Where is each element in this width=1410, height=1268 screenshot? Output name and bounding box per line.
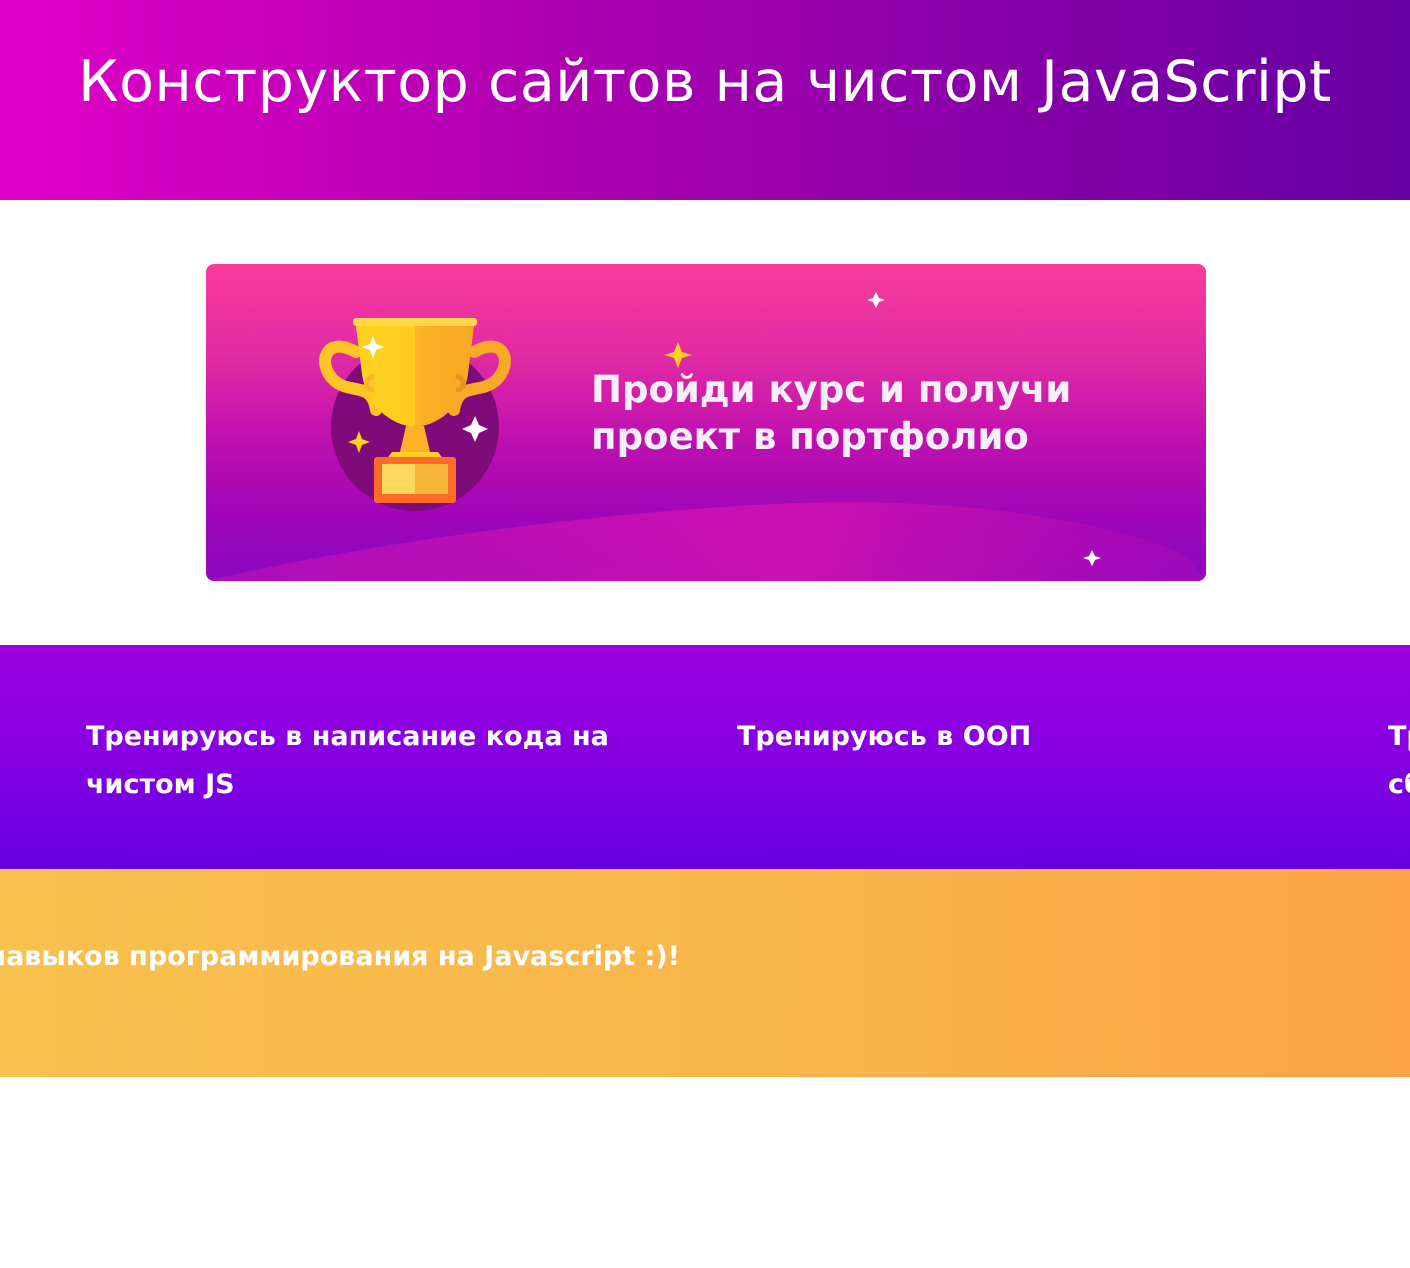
promo-line-1: Пройди курс и получи bbox=[591, 368, 1072, 411]
feature-card: Тренируюсь в самостоятельной сборке bbox=[1388, 721, 1410, 800]
page-header: Конструктор сайтов на чистом JavaScript bbox=[0, 0, 1410, 200]
feature-cards: Тренируюсь в написание кода на чистом JS… bbox=[0, 645, 1410, 869]
feature-card: Тренируюсь в написание кода на чистом JS bbox=[86, 721, 609, 800]
trophy-icon bbox=[319, 318, 511, 511]
promo-banner[interactable]: Пройди курс и получи проект в портфолио bbox=[206, 264, 1206, 581]
promo-text: Пройди курс и получи проект в портфолио bbox=[591, 366, 1151, 460]
marquee-text: Конструктор для тренировки навыков прогр… bbox=[0, 941, 680, 972]
feature-card: Тренируюсь в ООП bbox=[737, 721, 1032, 752]
page-title: Конструктор сайтов на чистом JavaScript bbox=[78, 49, 1332, 115]
sparkle-icon bbox=[664, 342, 692, 368]
marquee-strip: Конструктор для тренировки навыков прогр… bbox=[0, 869, 1410, 1077]
promo-line-2: проект в портфолио bbox=[591, 415, 1029, 458]
banner-wave bbox=[206, 502, 1206, 581]
sparkle-icon bbox=[867, 292, 885, 308]
